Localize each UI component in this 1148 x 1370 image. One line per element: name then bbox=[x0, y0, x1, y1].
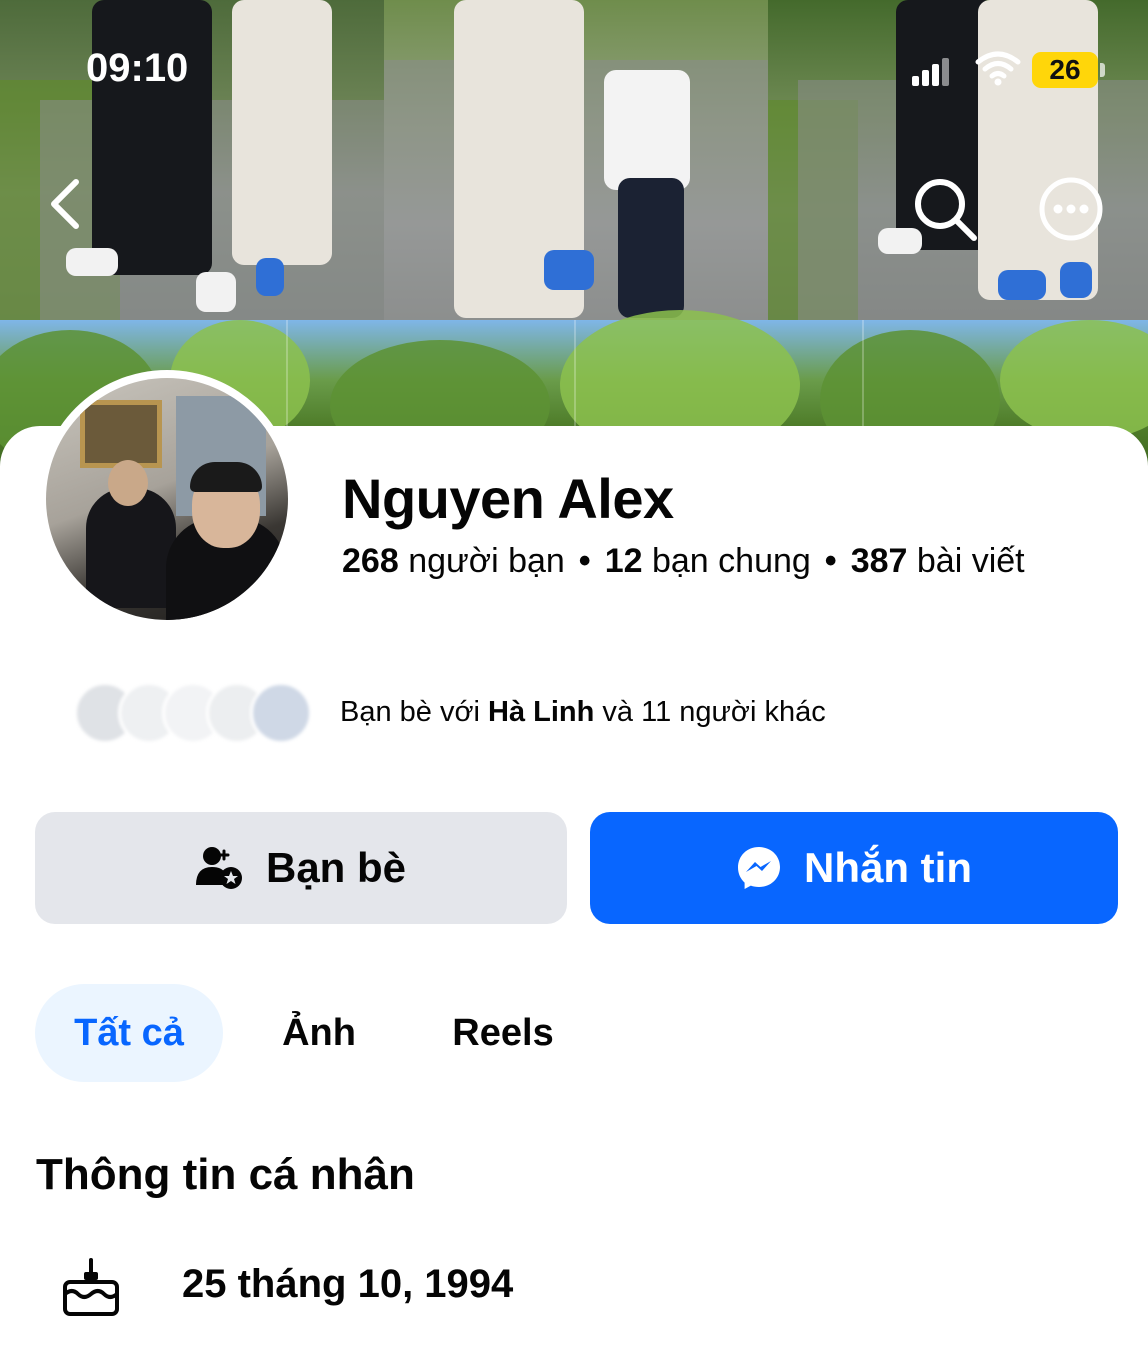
mutual-count[interactable]: 12 bbox=[605, 542, 643, 580]
mutual-suffix: và 11 người khác bbox=[602, 696, 826, 728]
mutual-label[interactable]: bạn chung bbox=[652, 542, 811, 580]
mutual-friends-text[interactable]: Bạn bè với Hà Linh và 11 người khác bbox=[340, 696, 826, 729]
status-time: 09:10 bbox=[86, 46, 189, 90]
battery-indicator: 26 bbox=[1032, 52, 1098, 88]
more-options-icon[interactable] bbox=[1038, 176, 1104, 242]
search-icon[interactable] bbox=[912, 176, 978, 242]
profile-name: Nguyen Alex bbox=[342, 467, 674, 530]
friends-button[interactable]: Bạn bè bbox=[35, 812, 567, 924]
profile-stats: 268 người bạn • 12 bạn chung • 387 bài viết bbox=[342, 542, 1025, 580]
tab-all[interactable]: Tất cả bbox=[35, 984, 223, 1082]
mutual-prefix: Bạn bè với bbox=[340, 696, 480, 728]
profile-tabs: Tất cả Ảnh Reels bbox=[35, 984, 591, 1082]
personal-info-title: Thông tin cá nhân bbox=[36, 1150, 415, 1199]
battery-level: 26 bbox=[1049, 54, 1081, 85]
friends-count[interactable]: 268 bbox=[342, 542, 399, 580]
cover-panel-2 bbox=[384, 0, 768, 320]
birthday-row bbox=[62, 1252, 120, 1322]
mutual-avatar bbox=[250, 682, 312, 744]
mutual-friend-avatars[interactable] bbox=[74, 682, 312, 746]
tab-photos[interactable]: Ảnh bbox=[223, 984, 415, 1082]
birthday-cake-icon bbox=[63, 1258, 119, 1316]
posts-label: bài viết bbox=[916, 542, 1025, 580]
mutual-highlight-name: Hà Linh bbox=[488, 696, 595, 728]
message-button-label: Nhắn tin bbox=[804, 844, 972, 891]
cellular-signal-icon bbox=[912, 56, 952, 86]
birthday-text: 25 tháng 10, 1994 bbox=[182, 1262, 514, 1306]
cover-panel-1 bbox=[0, 0, 384, 320]
wifi-icon bbox=[975, 51, 1021, 86]
messenger-icon bbox=[738, 847, 780, 889]
friends-label[interactable]: người bạn bbox=[408, 542, 565, 580]
cover-panel-3 bbox=[768, 0, 1148, 320]
friend-check-icon bbox=[195, 847, 242, 889]
message-button[interactable]: Nhắn tin bbox=[590, 812, 1118, 924]
avatar[interactable] bbox=[46, 378, 288, 620]
tab-reels[interactable]: Reels bbox=[415, 984, 591, 1082]
battery-cap bbox=[1100, 63, 1105, 77]
posts-count: 387 bbox=[850, 542, 908, 580]
friends-button-label: Bạn bè bbox=[265, 844, 407, 891]
chevron-left-icon[interactable] bbox=[40, 174, 90, 234]
